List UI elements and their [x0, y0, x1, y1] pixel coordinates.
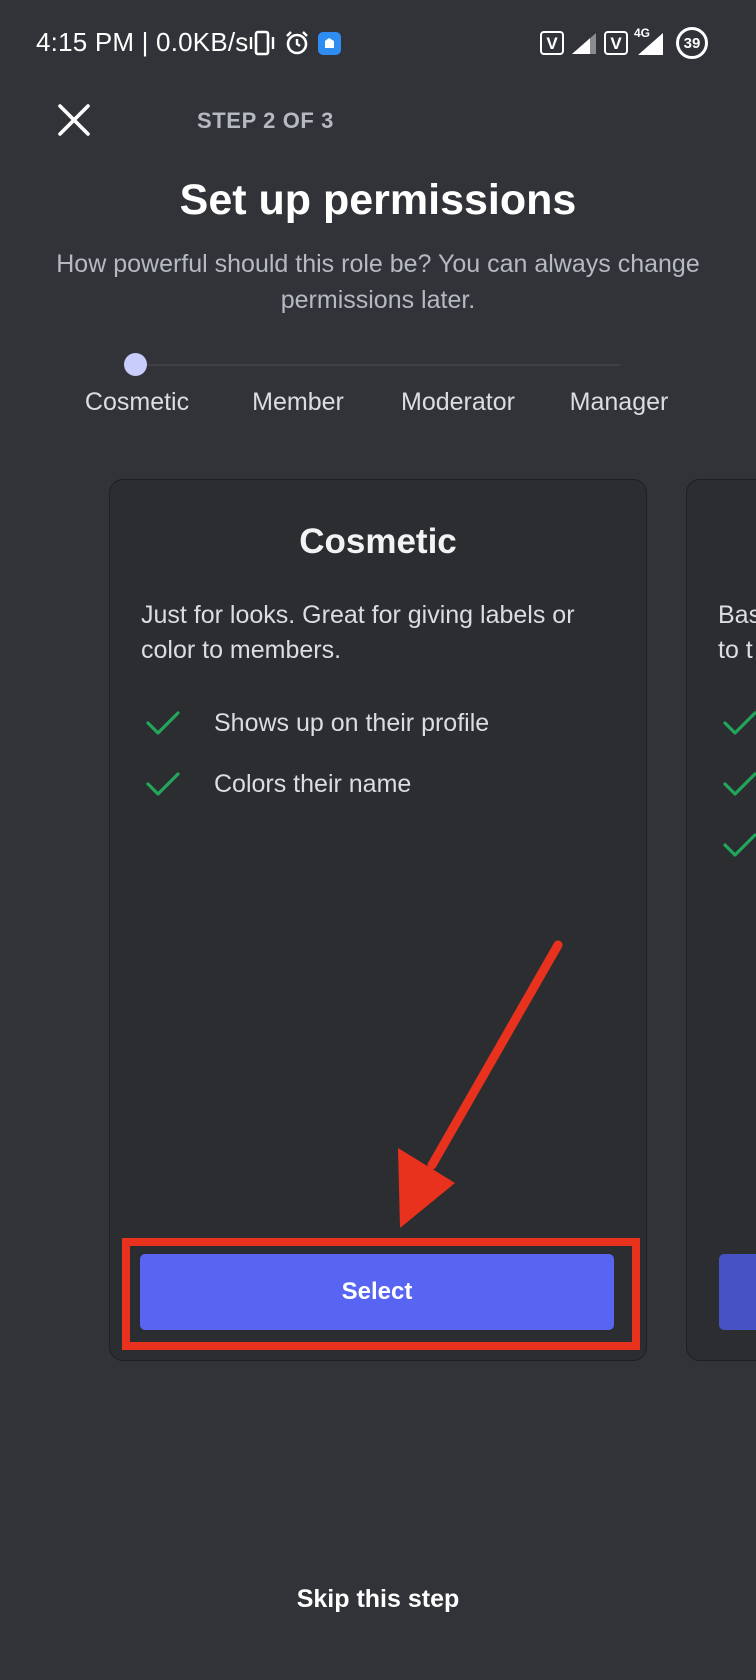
step-indicator: STEP 2 OF 3	[197, 108, 335, 133]
signal-icon	[572, 33, 596, 54]
volte-icon-2: V	[604, 31, 628, 55]
check-icon	[723, 772, 756, 796]
network-type-indicator: 4G	[634, 26, 664, 56]
level-option-member[interactable]: Member	[252, 388, 344, 417]
check-icon	[723, 711, 756, 735]
role-card-cosmetic: Cosmetic Just for looks. Great for givin…	[109, 479, 647, 1361]
status-icons-left	[248, 28, 341, 58]
feature-item: Colors their name	[145, 767, 411, 801]
skip-step-link[interactable]: Skip this step	[0, 1585, 756, 1614]
check-icon	[146, 772, 180, 796]
level-option-manager[interactable]: Manager	[570, 388, 669, 417]
permission-level-thumb[interactable]	[124, 353, 147, 376]
battery-icon: 39	[676, 27, 708, 59]
card-description: Just for looks. Great for giving labels …	[141, 601, 575, 664]
check-icon	[146, 711, 180, 735]
feature-item	[722, 706, 756, 740]
vibrate-icon	[249, 30, 275, 56]
level-option-moderator[interactable]: Moderator	[401, 388, 515, 417]
select-button[interactable]: Select	[140, 1254, 614, 1330]
alarm-icon	[286, 31, 308, 55]
role-card-member[interactable]: Bas to t	[686, 479, 756, 1361]
level-option-cosmetic[interactable]: Cosmetic	[85, 388, 189, 417]
status-time: 4:15 PM | 0.0KB/s	[36, 27, 249, 57]
feature-text: Shows up on their profile	[214, 708, 490, 737]
app-notification-icon	[318, 31, 341, 55]
feature-text: Colors their name	[214, 769, 412, 798]
signal-icon-2	[638, 33, 663, 55]
volte-icon: V	[540, 31, 564, 55]
check-icon	[723, 833, 756, 857]
status-icons-right: V V 4G 39	[540, 26, 708, 60]
feature-item: Shows up on their profile	[145, 706, 489, 740]
permission-level-track[interactable]	[135, 364, 620, 366]
page-title: Set up permissions	[179, 176, 577, 224]
card-description-partial: Bas to t	[718, 601, 756, 664]
feature-item	[722, 828, 756, 862]
screen: 4:15 PM | 0.0KB/s V V 4G 39 STEP 2 OF 3 …	[0, 0, 756, 1680]
feature-item	[722, 767, 756, 801]
page-subtitle: How powerful should this role be? You ca…	[56, 250, 700, 314]
select-button-next[interactable]	[719, 1254, 756, 1330]
close-icon[interactable]	[56, 102, 92, 138]
card-title: Cosmetic	[299, 522, 457, 561]
status-bar: 4:15 PM | 0.0KB/s V V 4G 39	[0, 0, 756, 88]
